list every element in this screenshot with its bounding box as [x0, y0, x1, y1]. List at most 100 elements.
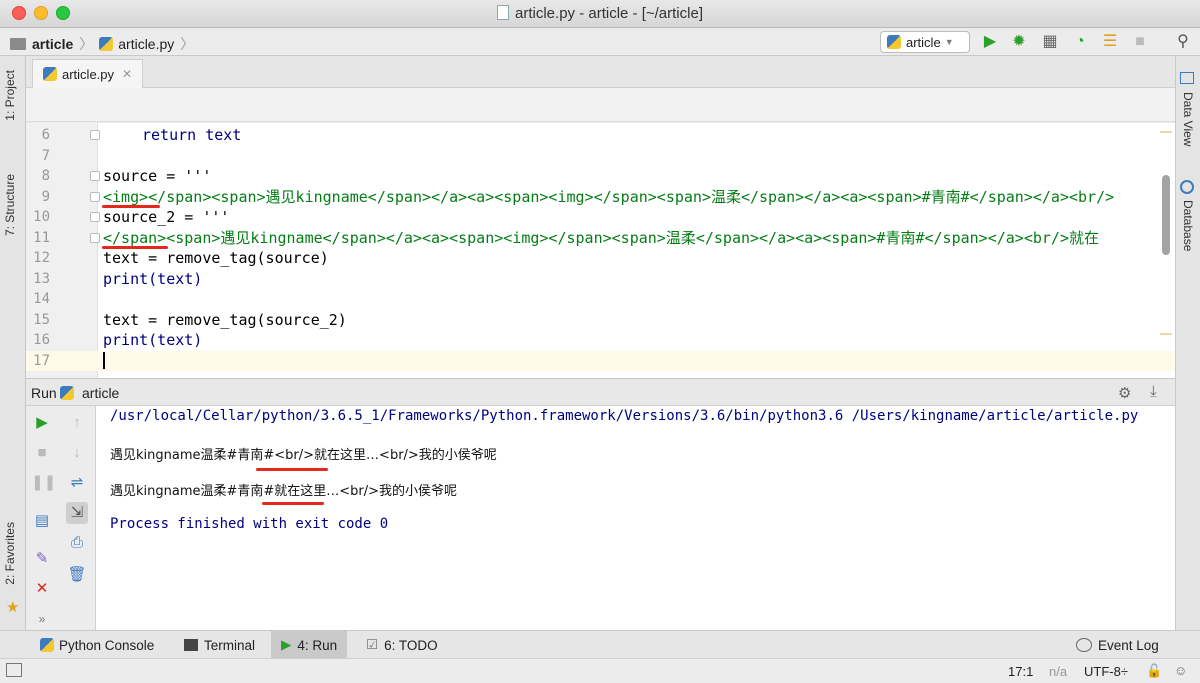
fold-icon[interactable]	[90, 232, 100, 243]
run-tasks-icon[interactable]: ☰	[1100, 32, 1120, 52]
close-icon[interactable]: ✕	[31, 578, 53, 600]
tab-favorites[interactable]: 2: Favorites	[3, 522, 17, 585]
tab-run[interactable]: ▶ 4: Run	[271, 631, 348, 659]
hide-panel-icon[interactable]: ⤓	[1150, 383, 1157, 400]
print-icon[interactable]: ⎙	[66, 532, 88, 554]
debug-icon[interactable]: ✹	[1009, 32, 1029, 52]
code-line: 6 return text	[41, 126, 242, 144]
text-cursor	[103, 351, 105, 369]
code-line: 15 text = remove_tag(source_2)	[33, 310, 347, 329]
code-line: 14	[33, 291, 50, 307]
rerun-icon[interactable]: ▶	[31, 412, 53, 434]
close-icon[interactable]: ✕	[122, 67, 132, 81]
red-annotation-underline	[102, 246, 168, 249]
editor-breadcrumb-area	[26, 88, 1175, 122]
panel-toggle-icon[interactable]	[6, 663, 22, 677]
up-arrow-icon[interactable]: ↑	[66, 412, 88, 434]
console-line-output: 遇见kingname温柔#青南#就在这里…<br/>我的小侯爷呢	[110, 484, 458, 499]
database-icon	[1180, 180, 1194, 194]
breadcrumb-project[interactable]: article	[32, 36, 73, 52]
code-line: 8 source = '''	[41, 167, 212, 185]
more-icon[interactable]: »	[31, 608, 53, 630]
run-icon: ▶	[281, 637, 292, 652]
console-line-output: 遇见kingname温柔#青南#<br/>就在这里…<br/>我的小侯爷呢	[110, 448, 497, 463]
terminal-icon	[184, 639, 198, 651]
tab-todo[interactable]: ☑ 6: TODO	[356, 631, 448, 659]
tab-python-console[interactable]: Python Console	[30, 631, 164, 659]
run-panel-title: Run	[31, 385, 57, 401]
soft-wrap-icon[interactable]: ⇌	[66, 472, 88, 494]
editor-tab-bar: article.py ✕	[26, 56, 1175, 88]
run-toolbar: ▶ ↑ ■ ↓ ❚❚ ⇌ ▤ ⇲ ⎙ ✎ 🗑 ✕ »	[26, 406, 96, 630]
window-title: article.py - article - [~/article]	[0, 5, 1200, 22]
python-icon	[60, 386, 74, 400]
tab-project[interactable]: 1: Project	[3, 70, 17, 121]
red-annotation-underline	[102, 205, 160, 208]
file-icon	[497, 5, 510, 20]
code-line: 12 text = remove_tag(source)	[33, 249, 329, 267]
run-console-output[interactable]: /usr/local/Cellar/python/3.6.5_1/Framewo…	[96, 406, 1175, 630]
console-line-exit: Process finished with exit code 0	[110, 516, 389, 532]
current-code-line: 17	[26, 350, 1175, 371]
run-icon[interactable]: ▶	[980, 32, 1000, 52]
profile-icon[interactable]: ◔	[1070, 32, 1090, 52]
pause-icon[interactable]: ❚❚	[31, 472, 56, 494]
search-icon[interactable]: ⚲	[1173, 32, 1193, 52]
caret-position[interactable]: 17:1	[1008, 664, 1033, 679]
inspector-icon[interactable]: ☺	[1174, 663, 1187, 678]
fold-icon[interactable]	[90, 171, 100, 181]
down-arrow-icon[interactable]: ↓	[66, 442, 88, 464]
code-line: 13 print(text)	[33, 269, 203, 288]
lock-icon[interactable]: 🔓	[1146, 663, 1162, 679]
tab-database[interactable]: Database	[1181, 200, 1195, 251]
layout-icon[interactable]: ▤	[31, 510, 53, 532]
code-editor[interactable]: 6 return text 7 8 source = ''' 9 <img></…	[26, 123, 1175, 378]
code-line: 10 source_2 = '''	[33, 208, 230, 226]
chevron-down-icon: ▼	[944, 37, 954, 47]
stop-icon[interactable]: ■	[31, 442, 53, 464]
bottom-tool-bar: Python Console Terminal ▶ 4: Run ☑ 6: TODO…	[0, 630, 1200, 659]
run-config-name: article	[82, 385, 120, 401]
run-panel-header: Run article ⚙ ⤓	[26, 378, 1175, 406]
scroll-to-end-icon[interactable]: ⇲	[66, 502, 88, 524]
tab-data-view[interactable]: Data View	[1181, 92, 1195, 146]
console-line-command: /usr/local/Cellar/python/3.6.5_1/Framewo…	[110, 408, 1139, 424]
red-annotation-underline	[262, 502, 324, 505]
breadcrumb-file[interactable]: article.py	[118, 36, 174, 52]
speech-bubble-icon	[1076, 638, 1092, 652]
python-file-icon	[99, 37, 114, 51]
line-separator[interactable]: n/a	[1049, 664, 1067, 679]
python-file-icon	[43, 67, 57, 81]
coverage-icon[interactable]: ▦	[1040, 32, 1060, 52]
stop-icon[interactable]: ■	[1130, 32, 1150, 52]
todo-icon: ☑	[366, 637, 379, 652]
python-icon	[40, 638, 54, 652]
pin-icon[interactable]: ✎	[31, 548, 53, 570]
code-line: 7	[41, 147, 50, 164]
editor-scrollbar[interactable]	[1162, 175, 1170, 255]
star-icon: ★	[6, 599, 20, 616]
scroll-marker	[1160, 333, 1172, 335]
file-encoding[interactable]: UTF-8÷	[1084, 664, 1128, 679]
code-line: 9 <img></span><span>遇见kingname</span></a…	[41, 187, 1115, 206]
tab-article-py[interactable]: article.py ✕	[32, 59, 144, 88]
tab-label: article.py	[62, 66, 115, 82]
table-icon	[1180, 72, 1194, 84]
right-tool-strip: Data View Database	[1175, 56, 1200, 630]
folder-icon	[10, 38, 26, 50]
gear-icon[interactable]: ⚙	[1118, 384, 1131, 402]
status-bar: 17:1 n/a UTF-8÷ 🔓 ☺	[0, 658, 1200, 683]
fold-icon[interactable]	[90, 130, 100, 140]
run-configuration-select[interactable]: article ▼	[880, 31, 970, 53]
fold-icon[interactable]	[90, 212, 100, 222]
event-log-button[interactable]: Event Log	[1066, 631, 1169, 659]
red-annotation-underline	[256, 468, 328, 471]
title-bar: article.py - article - [~/article]	[0, 0, 1200, 28]
trash-icon[interactable]: 🗑	[66, 564, 88, 586]
tab-terminal[interactable]: Terminal	[174, 631, 265, 659]
tab-structure[interactable]: 7: Structure	[3, 174, 17, 236]
fold-icon[interactable]	[90, 191, 100, 202]
navigation-bar: article 〉 article.py 〉 article ▼ ▶ ✹ ▦ ◔…	[0, 28, 1200, 56]
python-icon	[887, 35, 901, 49]
left-tool-strip: 1: Project 7: Structure 2: Favorites ★	[0, 56, 26, 630]
